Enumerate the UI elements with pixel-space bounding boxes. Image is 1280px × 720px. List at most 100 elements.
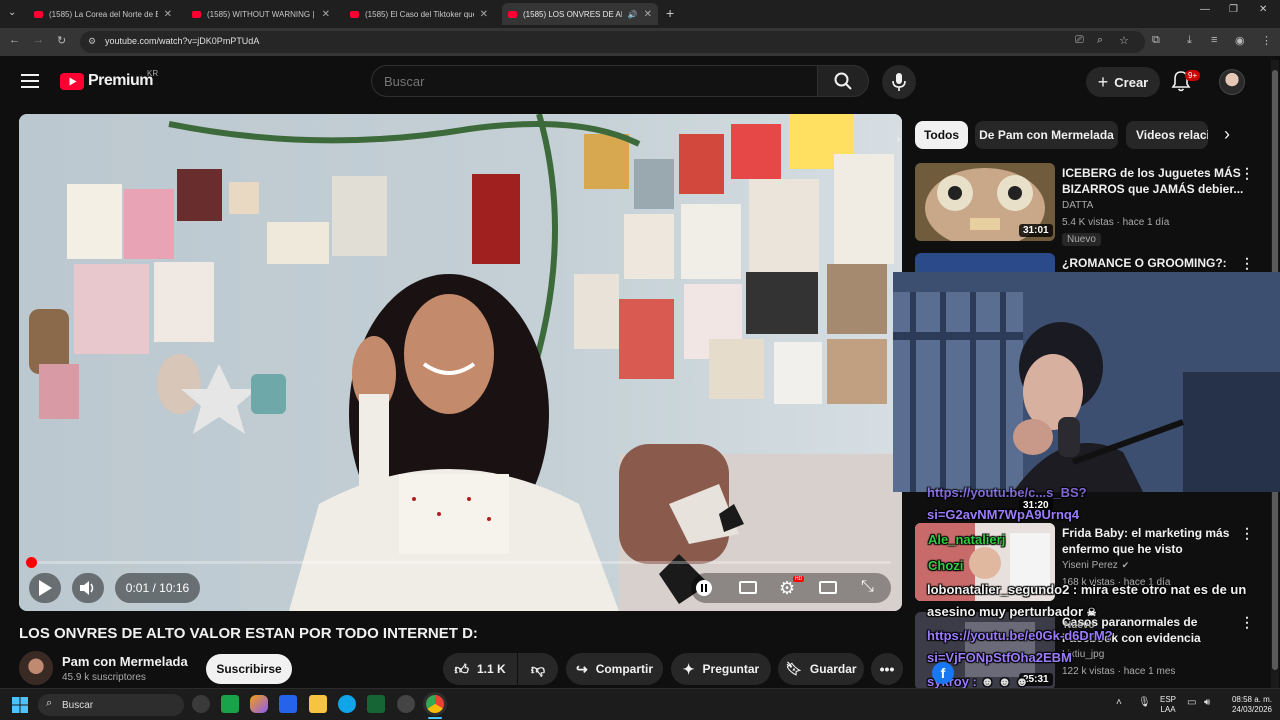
zoom-icon[interactable]: ⌕	[1097, 34, 1103, 47]
language-code: ESP	[1159, 695, 1176, 704]
subtitles-icon[interactable]	[739, 581, 757, 594]
autoplay-toggle-icon[interactable]	[696, 580, 712, 596]
close-icon[interactable]: ✕	[322, 9, 330, 20]
plus-icon: +	[1097, 71, 1109, 92]
tab-search-icon[interactable]: ⌄	[8, 7, 16, 18]
chevron-right-icon[interactable]: ›	[1224, 124, 1230, 145]
clock[interactable]: 08:58 a. m. 24/03/2026	[1222, 695, 1272, 715]
rec-channel[interactable]: Yiseni Perez ✔	[1062, 560, 1129, 571]
rec-title-line[interactable]: BIZARROS que JAMÁS debier...	[1062, 181, 1243, 197]
file-explorer-icon[interactable]	[309, 695, 327, 713]
downloads-icon[interactable]: ⤓	[1187, 34, 1192, 47]
app-with-badge-icon[interactable]	[397, 695, 415, 713]
player-overlay-arrow-icon: ›	[897, 134, 901, 145]
browser-tab-active[interactable]: (1585) LOS ONVRES DE ALT 🔊 ✕	[502, 3, 658, 25]
voice-search-button[interactable]	[882, 65, 916, 99]
more-vert-icon[interactable]: ⋮	[1240, 614, 1254, 631]
youtube-premium-logo[interactable]: Premium	[60, 72, 153, 90]
language-indicator[interactable]: ESP LAA	[1158, 695, 1178, 715]
microphone-icon	[892, 73, 906, 91]
search-icon: ⌕	[46, 697, 53, 709]
search-button[interactable]	[817, 65, 869, 97]
minimize-icon[interactable]: —	[1200, 4, 1210, 15]
subscribe-button[interactable]: Suscribirse	[206, 654, 292, 684]
audio-playing-icon[interactable]: 🔊	[628, 10, 638, 19]
chip-related[interactable]: Videos relacio	[1126, 121, 1208, 149]
search-box[interactable]	[371, 65, 818, 97]
youtube-favicon-icon	[350, 10, 359, 18]
save-label: Guardar	[809, 662, 857, 676]
green-app-icon[interactable]	[221, 695, 239, 713]
browser-tab-3[interactable]: (1585) El Caso del Tiktoker que ✕	[344, 3, 494, 25]
rec-title-line[interactable]: enfermo que he visto	[1062, 541, 1183, 557]
progress-bar[interactable]	[31, 561, 891, 564]
windows-start-icon[interactable]	[12, 697, 28, 713]
chip-channel[interactable]: De Pam con Mermelada	[975, 121, 1118, 149]
window-close-icon[interactable]: ✕	[1259, 4, 1267, 15]
more-vert-icon[interactable]: ⋮	[1240, 165, 1254, 182]
excel-app-icon[interactable]	[367, 695, 385, 713]
like-button[interactable]: 👍︎ 1.1 K	[443, 653, 517, 685]
progress-scrubber-handle[interactable]	[26, 557, 37, 568]
save-button[interactable]: 🔖︎ Guardar	[778, 653, 864, 685]
copilot-app-icon[interactable]	[250, 695, 268, 713]
store-app-icon[interactable]	[279, 695, 297, 713]
share-arrow-icon: ↪	[575, 660, 588, 677]
back-icon[interactable]: ←	[9, 34, 20, 46]
mute-button[interactable]	[72, 573, 104, 603]
rec-views: 5.4 K vistas · hace 1 día	[1062, 217, 1170, 228]
reading-list-icon[interactable]: ≡	[1211, 34, 1217, 46]
ask-button[interactable]: ✦ Preguntar	[671, 653, 771, 685]
rec-channel[interactable]: DATTA	[1062, 200, 1093, 211]
dislike-button[interactable]: 👎︎	[518, 653, 558, 685]
extensions-icon[interactable]: ⧉	[1152, 34, 1160, 47]
browser-menu-icon[interactable]: ⋮	[1261, 34, 1272, 47]
edge-browser-icon[interactable]	[338, 695, 356, 713]
close-icon[interactable]: ✕	[480, 9, 488, 20]
taskbar-search[interactable]: ⌕ Buscar	[38, 694, 184, 716]
close-icon[interactable]: ✕	[644, 9, 652, 20]
chip-all[interactable]: Todos	[915, 121, 968, 149]
microphone-tray-icon[interactable]: 🎙︎	[1138, 697, 1151, 708]
channel-avatar[interactable]	[19, 651, 53, 685]
video-player[interactable]: 0:01 / 10:16 ⚙ HD ⤡ ›	[19, 114, 902, 611]
new-tab-icon[interactable]: +	[666, 5, 674, 21]
cast-icon[interactable]: ⎚	[1075, 34, 1084, 47]
rec-thumbnail[interactable]	[915, 253, 1055, 273]
browser-tab-1[interactable]: (1585) La Corea del Norte de Es ✕	[28, 3, 178, 25]
verified-check-icon: ✔	[1121, 560, 1130, 570]
site-info-icon[interactable]: ⚙	[88, 36, 96, 47]
skull-emoji-icon: ☠	[1086, 607, 1097, 619]
hamburger-menu-icon[interactable]	[21, 73, 39, 89]
account-avatar[interactable]	[1219, 69, 1245, 95]
bookmark-star-icon[interactable]: ☆	[1119, 34, 1129, 47]
maximize-icon[interactable]: ❐	[1229, 4, 1238, 15]
more-vert-icon[interactable]: ⋮	[1240, 525, 1254, 542]
volume-tray-icon[interactable]: 🔊︎	[1204, 697, 1210, 708]
more-actions-button[interactable]: •••	[871, 653, 903, 685]
tray-chevron-icon[interactable]: ˄	[1116, 697, 1122, 708]
chat-username: Chozi	[928, 558, 964, 573]
chrome-browser-icon[interactable]	[426, 695, 444, 713]
youtube-play-logo-icon	[60, 72, 84, 90]
forward-icon[interactable]: →	[33, 34, 44, 46]
rec-title-line[interactable]: Frida Baby: el marketing más	[1062, 525, 1229, 541]
reload-icon[interactable]: ↻	[57, 34, 66, 47]
create-button[interactable]: + Crear	[1086, 67, 1160, 97]
search-input[interactable]	[384, 74, 804, 89]
fullscreen-icon[interactable]: ⤡	[861, 578, 874, 596]
url-text[interactable]: youtube.com/watch?v=jDK0PmPTUdA	[105, 36, 259, 46]
address-bar[interactable]: ⚙ youtube.com/watch?v=jDK0PmPTUdA	[80, 31, 1145, 53]
share-button[interactable]: ↪ Compartir	[566, 653, 663, 685]
channel-name[interactable]: Pam con Mermelada	[62, 654, 188, 669]
close-icon[interactable]: ✕	[164, 9, 172, 20]
play-button[interactable]	[29, 573, 61, 603]
more-vert-icon[interactable]: ⋮	[1240, 255, 1254, 272]
display-tray-icon[interactable]: ▭	[1187, 697, 1196, 708]
theater-mode-icon[interactable]	[819, 581, 837, 594]
rec-title-line[interactable]: ¿ROMANCE O GROOMING?:	[1062, 255, 1227, 271]
profile-icon[interactable]: ◉	[1235, 34, 1245, 47]
xbox-app-icon[interactable]	[192, 695, 210, 713]
rec-title-line[interactable]: ICEBERG de los Juguetes MÁS	[1062, 165, 1241, 181]
browser-tab-2[interactable]: (1585) WITHOUT WARNING | El ✕	[186, 3, 336, 25]
